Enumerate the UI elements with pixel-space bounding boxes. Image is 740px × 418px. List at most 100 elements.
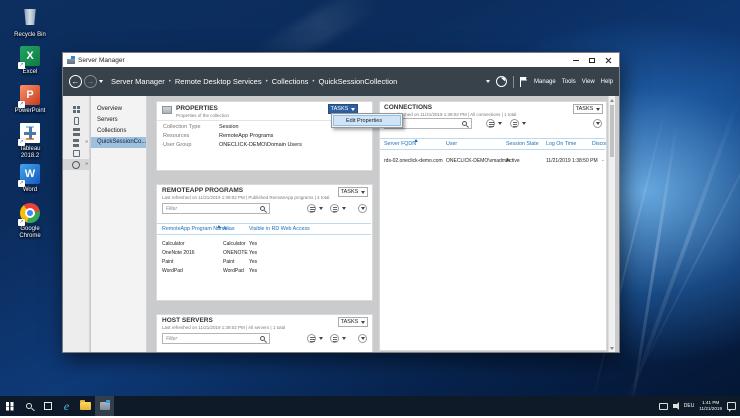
nav-history-caret-icon[interactable] bbox=[99, 80, 103, 83]
nav-item-quicksessioncollection[interactable]: QuickSessionCo... bbox=[91, 137, 146, 148]
caret-down-icon bbox=[361, 191, 365, 194]
caret-down-icon[interactable] bbox=[319, 207, 323, 210]
notifications-flag-icon[interactable] bbox=[520, 77, 528, 87]
collapse-panel-button[interactable] bbox=[358, 334, 367, 343]
breadcrumb-item[interactable]: Collections bbox=[272, 77, 309, 86]
column-header[interactable]: Visible in RD Web Access bbox=[249, 226, 310, 232]
column-header[interactable]: Session State bbox=[506, 141, 539, 147]
taskbar-search-button[interactable] bbox=[19, 396, 38, 416]
title-bar[interactable]: Server Manager bbox=[63, 53, 619, 67]
keyboard-language[interactable]: DEU bbox=[684, 403, 695, 409]
nav-item-collections[interactable]: Collections bbox=[91, 126, 146, 137]
collapse-panel-button[interactable] bbox=[593, 119, 602, 128]
nav-item-overview[interactable]: Overview bbox=[91, 104, 146, 115]
scroll-down-button[interactable] bbox=[609, 344, 615, 352]
breadcrumb-item[interactable]: QuickSessionCollection bbox=[319, 77, 398, 86]
desktop-icon-powerpoint[interactable]: P ↗ PowerPoint bbox=[7, 84, 53, 115]
start-button[interactable] bbox=[0, 396, 19, 416]
column-header[interactable]: Server FQDN bbox=[384, 141, 416, 147]
scroll-up-button[interactable] bbox=[609, 96, 615, 104]
grouping-button[interactable] bbox=[330, 204, 339, 213]
nav-item-servers[interactable]: Servers bbox=[91, 115, 146, 126]
filter-saved-queries-button[interactable] bbox=[307, 204, 316, 213]
network-icon[interactable] bbox=[659, 403, 668, 410]
chevron-down-icon bbox=[596, 122, 600, 125]
column-header[interactable]: Alias bbox=[223, 226, 234, 232]
file-explorer-button[interactable] bbox=[76, 396, 95, 416]
sort-ascending-icon bbox=[217, 225, 221, 228]
triangle-up-icon bbox=[610, 99, 614, 102]
maximize-button[interactable] bbox=[584, 54, 600, 67]
desktop-icon-chrome[interactable]: ↗ Google Chrome bbox=[7, 202, 53, 240]
refresh-icon[interactable] bbox=[496, 76, 507, 87]
desktop-icon-tableau[interactable]: ↗ Tableau 2018.2 bbox=[7, 122, 53, 160]
tasks-dropdown-menu: Edit Properties bbox=[331, 113, 403, 128]
server-manager-taskbar-button[interactable] bbox=[95, 396, 114, 416]
rds-nav-column: Overview Servers Collections QuickSessio… bbox=[91, 96, 147, 352]
action-center-icon[interactable] bbox=[727, 402, 736, 410]
grouping-button[interactable] bbox=[510, 119, 519, 128]
nav-all-servers[interactable] bbox=[63, 126, 89, 137]
column-header[interactable]: User bbox=[446, 141, 457, 147]
field-label: Resources bbox=[163, 133, 189, 139]
notifications-caret-icon[interactable] bbox=[486, 80, 490, 83]
caret-down-icon[interactable] bbox=[522, 122, 526, 125]
chevron-down-icon bbox=[361, 207, 365, 210]
column-header[interactable]: Log On Time bbox=[546, 141, 576, 147]
scrollbar-thumb[interactable] bbox=[610, 105, 614, 157]
nav-local-server[interactable] bbox=[63, 115, 89, 126]
menu-help[interactable]: Help bbox=[601, 79, 613, 85]
properties-panel: PROPERTIES Properties of the collection … bbox=[156, 101, 373, 171]
internet-explorer-button[interactable]: e bbox=[57, 396, 76, 416]
desktop-icon-recycle-bin[interactable]: Recycle Bin bbox=[7, 6, 53, 39]
connections-tasks-button[interactable]: TASKS bbox=[573, 104, 603, 114]
field-label: User Group bbox=[163, 142, 191, 148]
folder-icon bbox=[80, 402, 91, 410]
nav-file-storage-services[interactable]: » bbox=[63, 137, 89, 148]
collapse-panel-button[interactable] bbox=[358, 204, 367, 213]
nav-remote-desktop-services[interactable]: » bbox=[63, 159, 89, 170]
menu-item-edit-properties[interactable]: Edit Properties bbox=[333, 115, 401, 126]
task-view-button[interactable] bbox=[38, 396, 57, 416]
forward-button[interactable]: → bbox=[84, 75, 97, 88]
close-button[interactable] bbox=[600, 54, 616, 67]
breadcrumb-item[interactable]: Remote Desktop Services bbox=[175, 77, 262, 86]
back-button[interactable]: ← bbox=[69, 75, 82, 88]
desktop-icon-excel[interactable]: X ↗ Excel bbox=[7, 45, 53, 76]
vertical-scrollbar[interactable] bbox=[608, 96, 615, 352]
triangle-down-icon bbox=[610, 347, 614, 350]
desktop-icon-word[interactable]: W ↗ Word bbox=[7, 163, 53, 194]
tasks-label: TASKS bbox=[341, 319, 359, 325]
caret-down-icon[interactable] bbox=[498, 122, 502, 125]
host-servers-panel: HOST SERVERS Last refreshed on 11/21/201… bbox=[156, 314, 373, 352]
search-icon bbox=[260, 336, 265, 341]
dashboard-icon bbox=[73, 106, 80, 113]
column-header[interactable]: Disconne bbox=[592, 141, 607, 147]
breadcrumb: Server Manager • Remote Desktop Services… bbox=[111, 77, 397, 86]
maximize-icon bbox=[589, 58, 595, 63]
nav-dashboard[interactable] bbox=[63, 104, 89, 115]
grouping-button[interactable] bbox=[330, 334, 339, 343]
filter-saved-queries-button[interactable] bbox=[486, 119, 495, 128]
caret-down-icon bbox=[351, 108, 355, 111]
all-servers-icon bbox=[73, 128, 80, 136]
nav-iis[interactable] bbox=[63, 148, 89, 159]
caret-down-icon[interactable] bbox=[342, 207, 346, 210]
remoteapp-tasks-button[interactable]: TASKS bbox=[338, 187, 368, 197]
minimize-button[interactable] bbox=[568, 54, 584, 67]
breadcrumb-item[interactable]: Server Manager bbox=[111, 77, 165, 86]
expand-icon: » bbox=[85, 159, 88, 170]
filter-saved-queries-button[interactable] bbox=[307, 334, 316, 343]
menu-view[interactable]: View bbox=[582, 79, 595, 85]
clock[interactable]: 1:41 PM 11/21/2019 bbox=[699, 400, 722, 412]
remoteapp-filter-input[interactable] bbox=[162, 203, 270, 214]
caret-down-icon[interactable] bbox=[319, 337, 323, 340]
server-manager-icon bbox=[100, 402, 110, 410]
menu-tools[interactable]: Tools bbox=[562, 79, 576, 85]
volume-icon[interactable] bbox=[673, 404, 677, 408]
menu-manage[interactable]: Manage bbox=[534, 79, 556, 85]
caret-down-icon[interactable] bbox=[342, 337, 346, 340]
sort-ascending-icon bbox=[414, 139, 418, 142]
hostservers-tasks-button[interactable]: TASKS bbox=[338, 317, 368, 327]
hostservers-filter-input[interactable] bbox=[162, 333, 270, 344]
